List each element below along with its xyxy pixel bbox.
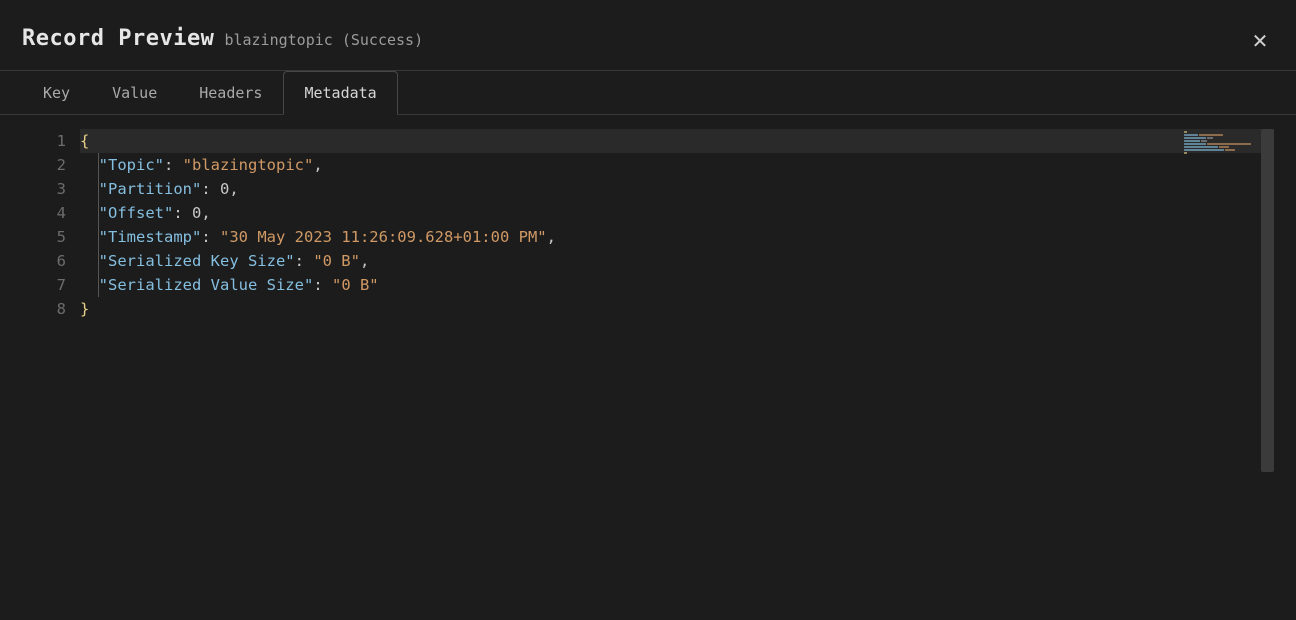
line-number: 7 (32, 273, 66, 297)
tab-metadata[interactable]: Metadata (283, 71, 397, 115)
code-line: "Serialized Key Size": "0 B", (80, 249, 1274, 273)
code-line: { (80, 129, 1274, 153)
close-button[interactable]: ✕ (1246, 28, 1274, 56)
code-line: "Serialized Value Size": "0 B" (80, 273, 1274, 297)
line-number: 3 (32, 177, 66, 201)
json-string: "blazingtopic" (183, 156, 314, 174)
line-number: 8 (32, 297, 66, 321)
line-number: 1 (32, 129, 66, 153)
code-line: } (80, 297, 1274, 321)
tab-value[interactable]: Value (91, 71, 178, 114)
json-key: "Partition" (99, 180, 202, 198)
tab-headers[interactable]: Headers (178, 71, 283, 114)
code-line: "Offset": 0, (80, 201, 1274, 225)
json-string: "0 B" (313, 252, 360, 270)
code-editor[interactable]: 12345678 { "Topic": "blazingtopic", "Par… (22, 127, 1274, 607)
editor-container: 12345678 { "Topic": "blazingtopic", "Par… (22, 127, 1274, 607)
tab-label: Headers (199, 84, 262, 102)
tabs: Key Value Headers Metadata (0, 71, 1296, 115)
json-string: "0 B" (332, 276, 379, 294)
code-line: "Topic": "blazingtopic", (80, 153, 1274, 177)
json-number: 0 (220, 180, 229, 198)
line-number: 4 (32, 201, 66, 225)
code-area[interactable]: { "Topic": "blazingtopic", "Partition": … (80, 127, 1274, 607)
page-title: Record Preview (22, 26, 214, 51)
json-number: 0 (192, 204, 201, 222)
code-line: "Partition": 0, (80, 177, 1274, 201)
tab-label: Metadata (304, 84, 376, 102)
json-key: "Serialized Value Size" (99, 276, 314, 294)
json-key: "Offset" (99, 204, 174, 222)
header-left: Record Preview blazingtopic (Success) (22, 26, 423, 51)
tab-label: Key (43, 84, 70, 102)
gutter: 12345678 (22, 127, 80, 607)
line-number: 5 (32, 225, 66, 249)
tab-label: Value (112, 84, 157, 102)
json-string: "30 May 2023 11:26:09.628+01:00 PM" (220, 228, 547, 246)
json-key: "Serialized Key Size" (99, 252, 295, 270)
header-subtitle: blazingtopic (Success) (224, 31, 423, 49)
header: Record Preview blazingtopic (Success) ✕ (0, 0, 1296, 71)
line-number: 2 (32, 153, 66, 177)
code-line: "Timestamp": "30 May 2023 11:26:09.628+0… (80, 225, 1274, 249)
json-key: "Topic" (99, 156, 164, 174)
tab-key[interactable]: Key (22, 71, 91, 114)
json-key: "Timestamp" (99, 228, 202, 246)
line-number: 6 (32, 249, 66, 273)
close-icon: ✕ (1252, 31, 1269, 53)
